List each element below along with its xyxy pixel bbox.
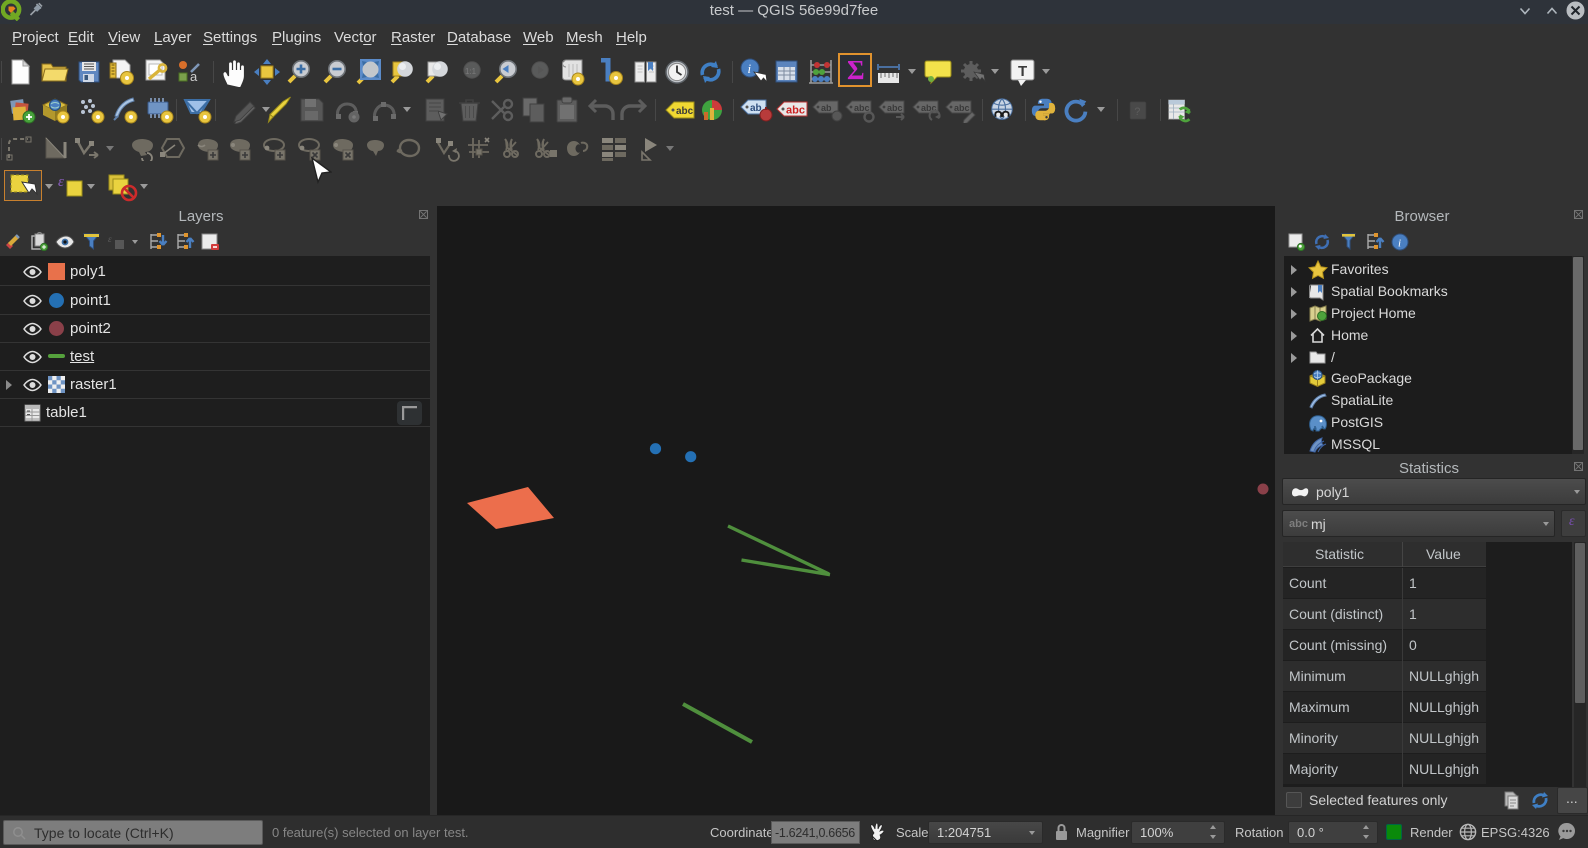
svg-text:ab: ab	[821, 103, 832, 113]
svg-text:abc: abc	[887, 103, 903, 113]
svg-text:abc: abc	[954, 103, 970, 113]
svg-text:abc: abc	[854, 103, 870, 113]
svg-text:abc: abc	[676, 106, 694, 117]
svg-text:ab: ab	[750, 103, 762, 114]
svg-text:ε: ε	[108, 234, 112, 244]
svg-text:?: ?	[1134, 106, 1140, 118]
svg-text:1:1: 1:1	[465, 67, 477, 76]
svg-text:i: i	[748, 61, 752, 76]
svg-text:i: i	[1398, 238, 1401, 250]
svg-text:abc: abc	[786, 105, 805, 117]
svg-text:T: T	[1018, 63, 1027, 80]
svg-text:ε: ε	[58, 174, 64, 190]
